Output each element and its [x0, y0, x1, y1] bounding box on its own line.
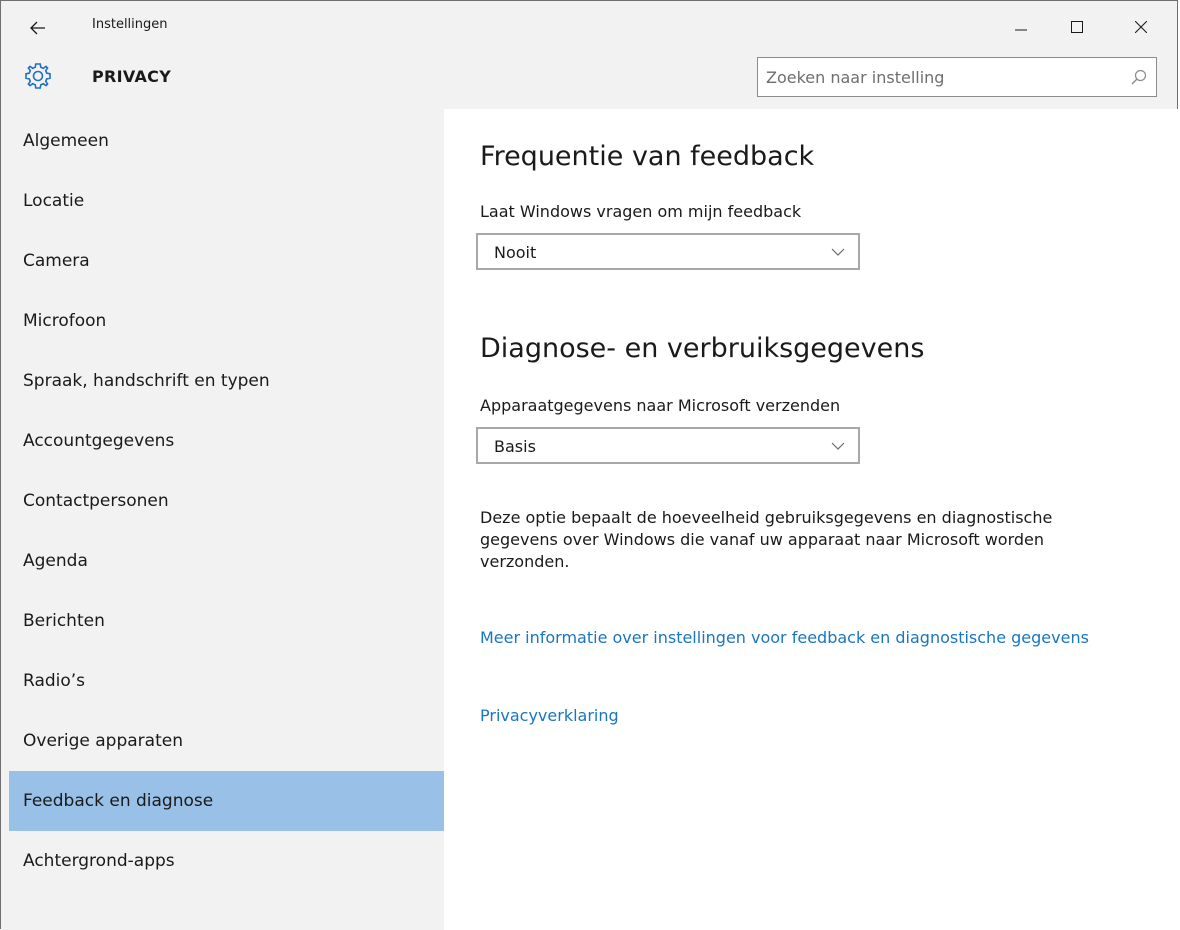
sidebar-item-camera[interactable]: Camera	[9, 231, 444, 291]
feedback-frequency-dropdown[interactable]: Nooit	[476, 233, 860, 270]
sidebar-item-contactpersonen[interactable]: Contactpersonen	[9, 471, 444, 531]
sidebar-item-achtergrond-apps[interactable]: Achtergrond-apps	[9, 831, 444, 891]
feedback-heading: Frequentie van feedback	[480, 141, 815, 172]
more-info-link[interactable]: Meer informatie over instellingen voor f…	[480, 627, 1100, 649]
minimize-icon	[1015, 29, 1027, 31]
back-arrow-icon	[30, 21, 45, 35]
diagnostics-level-value: Basis	[494, 437, 536, 456]
minimize-button[interactable]	[999, 9, 1043, 45]
title-bar: Instellingen	[1, 1, 1177, 53]
settings-window: Instellingen PRIVACY Zoeken naar instell…	[0, 0, 1178, 930]
sidebar-nav: Algemeen Locatie Camera Microfoon Spraak…	[1, 109, 444, 930]
feedback-frequency-value: Nooit	[494, 243, 537, 262]
sidebar-item-spraak[interactable]: Spraak, handschrift en typen	[9, 351, 444, 411]
chevron-down-icon	[831, 248, 845, 256]
sidebar-item-feedback-en-diagnose[interactable]: Feedback en diagnose	[9, 771, 444, 831]
chevron-down-icon	[831, 442, 845, 450]
sidebar-item-microfoon[interactable]: Microfoon	[9, 291, 444, 351]
sidebar-item-radios[interactable]: Radio’s	[9, 651, 444, 711]
search-icon[interactable]	[1130, 68, 1148, 86]
maximize-button[interactable]	[1055, 9, 1099, 45]
sidebar-item-overige-apparaten[interactable]: Overige apparaten	[9, 711, 444, 771]
search-box[interactable]	[757, 57, 1157, 97]
diagnostics-description: Deze optie bepaalt de hoeveelheid gebrui…	[480, 508, 1053, 571]
feedback-label: Laat Windows vragen om mijn feedback	[480, 202, 802, 221]
diagnostics-heading: Diagnose- en verbruiksgegevens	[480, 333, 925, 364]
diagnostics-level-dropdown[interactable]: Basis	[476, 427, 860, 464]
close-icon	[1135, 21, 1147, 33]
gear-icon	[25, 63, 51, 89]
search-input[interactable]	[758, 58, 1118, 96]
maximize-icon	[1071, 21, 1083, 33]
close-button[interactable]	[1119, 9, 1163, 45]
privacy-statement-link[interactable]: Privacyverklaring	[480, 705, 619, 727]
back-button[interactable]	[23, 13, 53, 43]
app-title: Instellingen	[92, 17, 168, 32]
sidebar-item-locatie[interactable]: Locatie	[9, 171, 444, 231]
page-title: PRIVACY	[92, 67, 172, 86]
diagnostics-label: Apparaatgegevens naar Microsoft verzende…	[480, 396, 841, 415]
sidebar-item-accountgegevens[interactable]: Accountgegevens	[9, 411, 444, 471]
sidebar-item-berichten[interactable]: Berichten	[9, 591, 444, 651]
content-pane: Frequentie van feedback Laat Windows vra…	[444, 109, 1178, 930]
sidebar-item-algemeen[interactable]: Algemeen	[9, 111, 444, 171]
sidebar-item-agenda[interactable]: Agenda	[9, 531, 444, 591]
